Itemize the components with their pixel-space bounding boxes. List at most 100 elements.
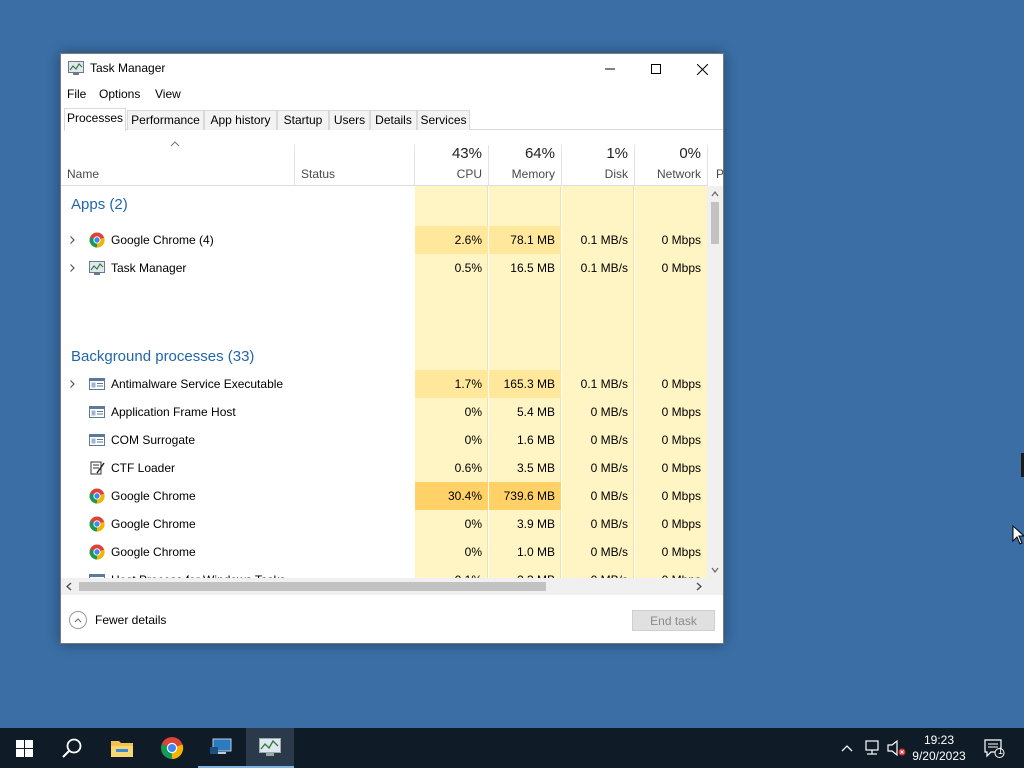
process-name: Google Chrome (4)	[111, 233, 214, 247]
vertical-scrollbar[interactable]	[707, 186, 723, 578]
process-name: CTF Loader	[111, 461, 176, 475]
menu-file[interactable]: File	[67, 87, 86, 101]
process-name: COM Surrogate	[111, 433, 196, 447]
maximize-icon	[651, 64, 661, 74]
close-button[interactable]	[679, 54, 725, 84]
tab-services[interactable]: Services	[417, 110, 470, 130]
network-label: Network	[656, 167, 701, 181]
process-row[interactable]: Google Chrome (4) 2.6% 78.1 MB 0.1 MB/s 0 Mb…	[61, 226, 707, 254]
chevron-right-icon[interactable]	[69, 236, 76, 244]
disk-label: Disk	[604, 167, 628, 181]
vertical-scroll-thumb[interactable]	[711, 202, 719, 244]
service-icon	[89, 434, 105, 446]
column-disk[interactable]: 1% Disk	[562, 131, 634, 186]
service-icon	[89, 378, 105, 390]
process-row[interactable]: COM Surrogate 0% 1.6 MB 0 MB/s 0 Mbps	[61, 426, 707, 454]
horizontal-scroll-thumb[interactable]	[79, 582, 546, 591]
chevron-right-icon[interactable]	[69, 380, 76, 388]
service-icon	[89, 406, 105, 418]
process-cpu-value: 1.7%	[454, 377, 482, 391]
process-net-value: 0 Mbps	[661, 545, 701, 559]
chrome-icon	[89, 488, 105, 504]
minimize-button[interactable]	[587, 54, 633, 84]
column-power[interactable]: P	[707, 131, 724, 186]
taskbar-file-explorer[interactable]	[98, 728, 146, 768]
fewer-details-button[interactable]: Fewer details	[69, 611, 166, 629]
start-button[interactable]	[0, 728, 48, 768]
process-row[interactable]: Host Process for Windows Tasks0.1%2.3 MB…	[61, 566, 707, 578]
process-disk-value: 0 MB/s	[590, 433, 628, 447]
clock-time: 19:23	[923, 733, 955, 747]
process-row[interactable]: Antimalware Service Executable 1.7% 165.3 …	[61, 370, 707, 398]
task-manager-icon	[68, 61, 84, 75]
maximize-button[interactable]	[633, 54, 679, 84]
show-hidden-icons-button[interactable]	[837, 728, 857, 768]
taskbar-remote-desktop[interactable]	[198, 728, 246, 768]
column-status[interactable]: Status	[301, 167, 335, 181]
window-title: Task Manager	[90, 61, 166, 75]
remote-desktop-icon	[210, 738, 232, 754]
process-disk-value: 0 MB/s	[590, 405, 628, 419]
process-row[interactable]: CTF Loader 0.6% 3.5 MB 0 MB/s 0 Mbps	[61, 454, 707, 482]
tab-app-history[interactable]: App history	[204, 110, 277, 130]
process-row[interactable]: Application Frame Host 0% 5.4 MB 0 MB/s 0 Mb…	[61, 398, 707, 426]
process-list: Apps (2) Background processes (33) Googl…	[61, 186, 707, 578]
group-header-apps: Apps (2)	[61, 188, 707, 220]
process-mem-value: 1.0 MB	[516, 545, 555, 559]
minimize-icon	[605, 68, 615, 70]
menu-options[interactable]: Options	[99, 87, 140, 101]
scrollbar-corner	[707, 578, 723, 595]
tab-details[interactable]: Details	[370, 110, 417, 130]
column-memory[interactable]: 64% Memory	[489, 131, 561, 186]
cpu-percent: 43%	[451, 145, 482, 162]
scroll-left-icon	[66, 582, 72, 591]
process-row[interactable]: Task Manager 0.5% 16.5 MB 0.1 MB/s 0 Mbps	[61, 254, 707, 282]
process-net-value: 0 Mbps	[661, 489, 701, 503]
taskbar-task-manager[interactable]	[246, 728, 294, 768]
column-name[interactable]: Name	[67, 167, 99, 181]
chevron-up-icon	[841, 745, 853, 752]
process-mem-value: 16.5 MB	[510, 261, 555, 275]
process-net-value: 0 Mbps	[661, 233, 701, 247]
tab-processes[interactable]: Processes	[64, 108, 126, 131]
process-name: Google Chrome	[111, 545, 196, 559]
tab-strip: Processes Performance App history Startu…	[64, 108, 723, 131]
horizontal-scrollbar[interactable]	[61, 578, 707, 595]
process-mem-value: 1.6 MB	[516, 433, 555, 447]
process-name: Task Manager	[111, 261, 187, 275]
task-manager-icon	[89, 261, 105, 275]
end-task-button[interactable]: End task	[632, 610, 715, 631]
table-header: Name Status 43% CPU 64% Memory 1% Disk 0…	[61, 131, 724, 186]
process-row[interactable]: Google Chrome 0% 1.0 MB 0 MB/s 0 Mbps	[61, 538, 707, 566]
column-cpu[interactable]: 43% CPU	[415, 131, 488, 186]
process-cpu-value: 0.5%	[454, 261, 482, 275]
taskbar-clock[interactable]: 19:23 9/20/2023	[904, 732, 974, 764]
process-mem-value: 739.6 MB	[503, 489, 555, 503]
search-button[interactable]	[48, 728, 96, 768]
tab-users[interactable]: Users	[329, 110, 370, 130]
sort-up-icon	[170, 141, 180, 147]
column-divider	[294, 145, 295, 186]
speaker-muted-icon	[887, 740, 906, 756]
process-net-value: 0 Mbps	[661, 433, 701, 447]
chevron-right-icon[interactable]	[69, 264, 76, 272]
taskbar-chrome[interactable]	[148, 728, 196, 768]
process-row[interactable]: Google Chrome 30.4% 739.6 MB 0 MB/s 0 Mbps	[61, 482, 707, 510]
column-network[interactable]: 0% Network	[635, 131, 707, 186]
chrome-icon	[89, 232, 105, 248]
menu-view[interactable]: View	[155, 87, 181, 101]
chrome-icon	[161, 737, 184, 760]
group-header-background: Background processes (33)	[61, 340, 707, 372]
action-center-button[interactable]: 1	[980, 728, 1008, 768]
chrome-icon	[89, 516, 105, 532]
tab-startup[interactable]: Startup	[277, 110, 329, 130]
group-label-background: Background processes (33)	[71, 348, 255, 365]
tab-performance[interactable]: Performance	[127, 110, 204, 130]
menu-bar: File Options View	[61, 84, 723, 104]
process-row[interactable]: Google Chrome 0% 3.9 MB 0 MB/s 0 Mbps	[61, 510, 707, 538]
process-name: Application Frame Host	[111, 405, 236, 419]
network-status-button[interactable]	[860, 728, 884, 768]
fewer-details-label: Fewer details	[95, 613, 167, 627]
title-bar[interactable]: Task Manager	[61, 54, 723, 84]
process-net-value: 0 Mbps	[661, 405, 701, 419]
